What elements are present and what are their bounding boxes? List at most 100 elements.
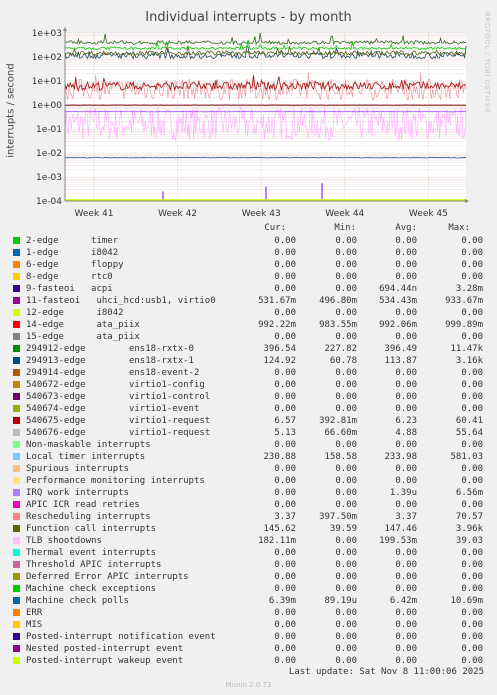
legend-row: 14-edge ata_piix 992.22m 983.55m 992.06m 999… <box>0 319 497 331</box>
legend-max: 0.00 <box>461 440 483 450</box>
legend-swatch <box>13 489 20 496</box>
legend-row: 294914-edge ens18-event-2 0.00 0.00 0.00 0.0… <box>0 367 497 379</box>
legend-name: Posted-interrupt wakeup event <box>26 656 184 666</box>
legend-min: 0.00 <box>335 536 357 546</box>
legend-avg: 0.00 <box>395 548 417 558</box>
y-tick-label: 1e+03 <box>32 29 62 39</box>
legend-cur: 0.00 <box>274 368 296 378</box>
legend-cur: 3.37 <box>274 512 296 522</box>
legend-name: Nested posted-interrupt event <box>26 644 184 654</box>
legend-swatch <box>13 237 20 244</box>
legend-max: 6.56m <box>455 488 483 498</box>
legend-cur: 124.92 <box>263 356 296 366</box>
legend-cur: 0.00 <box>274 584 296 594</box>
legend-cur: 0.00 <box>274 488 296 498</box>
series-uhci-virtio0 <box>64 111 466 113</box>
legend-cur: 992.22m <box>258 320 296 330</box>
legend-row: Function call interrupts 145.62 39.59 147.4… <box>0 523 497 535</box>
legend-max: 0.00 <box>461 380 483 390</box>
legend-swatch <box>13 429 20 436</box>
legend-row: TLB shootdowns 182.11m 0.00 199.53m 39.03 <box>0 535 497 547</box>
x-axis-arrow <box>465 199 469 203</box>
legend-cur: 6.39m <box>268 596 296 606</box>
legend-max: 0.00 <box>461 368 483 378</box>
legend-max: 0.00 <box>461 632 483 642</box>
legend-name: 8-edge rtc0 <box>26 272 113 282</box>
legend-name: Local timer interrupts <box>26 452 146 462</box>
y-tick-label: 1e+02 <box>32 53 62 63</box>
legend-min: 0.00 <box>335 440 357 450</box>
legend-swatch <box>13 525 20 532</box>
legend-swatch <box>13 477 20 484</box>
legend-cur: 0.00 <box>274 392 296 402</box>
legend-row: Threshold APIC interrupts 0.00 0.00 0.00 0.0… <box>0 559 497 571</box>
legend-cur: 0.00 <box>274 464 296 474</box>
legend-max: 0.00 <box>461 548 483 558</box>
x-tick-label: Week 41 <box>75 209 114 219</box>
legend-cur: 0.00 <box>274 632 296 642</box>
legend-name: 11-fasteoi uhci_hcd:usb1, virtio0 <box>26 296 216 306</box>
legend-swatch <box>13 333 20 340</box>
legend-name: 6-edge floppy <box>26 260 124 270</box>
legend-avg: 0.00 <box>395 632 417 642</box>
legend-cur: 0.00 <box>274 548 296 558</box>
legend-row: 1-edge i8042 0.00 0.00 0.00 0.00 <box>0 247 497 259</box>
legend-row: Posted-interrupt notification event 0.00 0… <box>0 631 497 643</box>
legend-swatch <box>13 609 20 616</box>
legend-name: Spurious interrupts <box>26 464 129 474</box>
legend-min: 0.00 <box>335 272 357 282</box>
legend-row: 8-edge rtc0 0.00 0.00 0.00 0.00 <box>0 271 497 283</box>
legend-min: 0.00 <box>335 464 357 474</box>
legend-max: 999.89m <box>445 320 483 330</box>
legend-avg: 0.00 <box>395 440 417 450</box>
legend-min: 392.81m <box>319 416 357 426</box>
legend-name: 15-edge ata_piix <box>26 332 140 342</box>
legend-avg: 0.00 <box>395 392 417 402</box>
legend-min: 0.00 <box>335 572 357 582</box>
legend-row: Machine check polls 6.39m 89.19u 6.42m 10.69… <box>0 595 497 607</box>
legend-name: 294912-edge ens18-rxtx-0 <box>26 344 194 354</box>
legend-swatch <box>13 573 20 580</box>
legend-max: 0.00 <box>461 404 483 414</box>
legend-row: APIC ICR read retries 0.00 0.00 0.00 0.00 <box>0 499 497 511</box>
legend-swatch <box>13 309 20 316</box>
legend-name: 294913-edge ens18-rxtx-1 <box>26 356 194 366</box>
legend-row: 12-edge i8042 0.00 0.00 0.00 0.00 <box>0 307 497 319</box>
legend-name: Function call interrupts <box>26 524 157 534</box>
legend-max: 581.03 <box>450 452 483 462</box>
legend-swatch <box>13 657 20 664</box>
legend-avg: 0.00 <box>395 608 417 618</box>
legend-min: 39.59 <box>329 524 357 534</box>
legend-name: 540672-edge virtio1-config <box>26 380 205 390</box>
legend-avg: 694.44n <box>379 284 417 294</box>
legend-min: 0.00 <box>335 632 357 642</box>
legend-max: 0.00 <box>461 260 483 270</box>
legend-cur: 0.00 <box>274 500 296 510</box>
legend-min: 66.60m <box>324 428 357 438</box>
y-tick-label: 1e+01 <box>32 77 62 87</box>
legend-min: 0.00 <box>335 392 357 402</box>
legend-swatch <box>13 369 20 376</box>
legend-swatch <box>13 453 20 460</box>
legend-name: 1-edge i8042 <box>26 248 119 258</box>
legend-min: 0.00 <box>335 560 357 570</box>
legend-row: Machine check exceptions 0.00 0.00 0.00 0.00 <box>0 583 497 595</box>
legend-min: 0.00 <box>335 500 357 510</box>
legend-avg: 0.00 <box>395 500 417 510</box>
legend-cur: 0.00 <box>274 572 296 582</box>
legend-avg: 113.87 <box>384 356 417 366</box>
legend-min: 0.00 <box>335 260 357 270</box>
legend-cur: 0.00 <box>274 236 296 246</box>
series-machine-check-polls <box>64 156 467 159</box>
legend-row: Nested posted-interrupt event 0.00 0.00 0.0… <box>0 643 497 655</box>
legend-cur: 0.00 <box>274 332 296 342</box>
legend-avg: 233.98 <box>384 452 417 462</box>
legend-swatch <box>13 633 20 640</box>
legend-row: 15-edge ata_piix 0.00 0.00 0.00 0.00 <box>0 331 497 343</box>
legend-max: 0.00 <box>461 308 483 318</box>
legend-swatch <box>13 501 20 508</box>
legend-min: 0.00 <box>335 380 357 390</box>
legend-min: 0.00 <box>335 236 357 246</box>
legend-name: Non-maskable interrupts <box>26 440 151 450</box>
legend-cur: 6.57 <box>274 416 296 426</box>
